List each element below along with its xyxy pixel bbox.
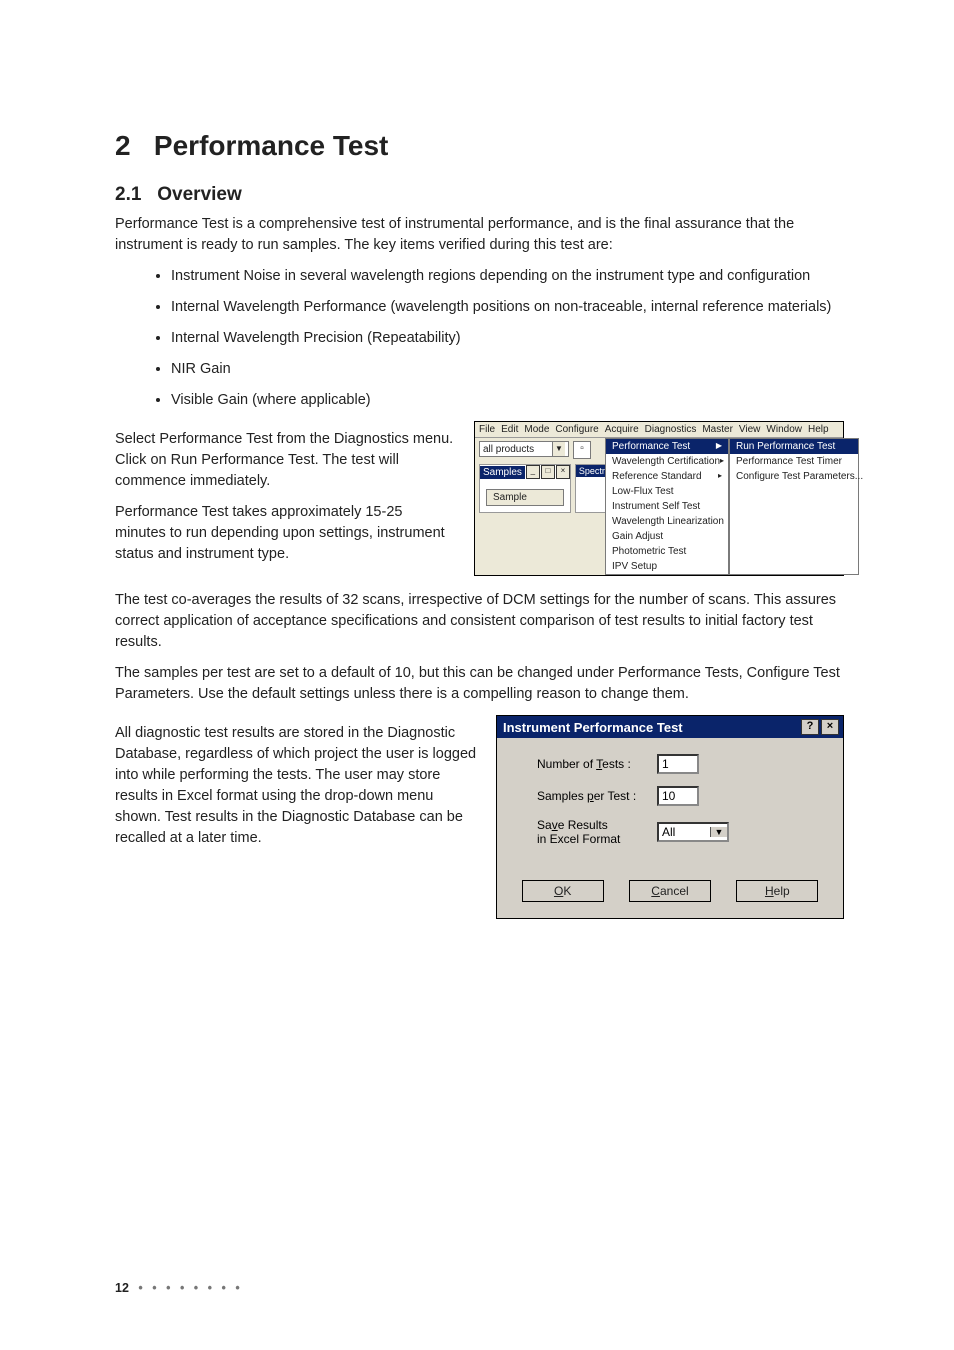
dialog-titlebar: Instrument Performance Test ? × [497,716,843,738]
menu-view[interactable]: View [739,424,761,435]
cancel-button[interactable]: Cancel [629,880,711,902]
subsection-number: 2.1 [115,184,141,205]
save-results-select[interactable]: All ▼ [657,822,729,842]
samples-per-test-input[interactable]: 10 [657,786,699,806]
maximize-icon[interactable]: □ [541,465,555,479]
menu-item-run-perf[interactable]: Run Performance Test [730,439,858,454]
performance-test-submenu: Run Performance Test Performance Test Ti… [729,438,859,575]
bullet-list: Instrument Noise in several wavelength r… [115,266,844,411]
menu-window[interactable]: Window [766,424,802,435]
chevron-right-icon: ▶ [716,441,722,452]
list-item: Visible Gain (where applicable) [171,390,844,411]
close-icon[interactable]: × [556,465,570,479]
menu-diagnostics[interactable]: Diagnostics [645,424,697,435]
list-item: Instrument Noise in several wavelength r… [171,266,844,287]
menu-item-low-flux[interactable]: Low-Flux Test [606,484,728,499]
subsection-title: Overview [157,184,242,205]
ok-button[interactable]: OK [522,880,604,902]
product-combo[interactable]: all products ▼ [479,441,569,457]
menu-mode[interactable]: Mode [524,424,549,435]
list-item: NIR Gain [171,359,844,380]
paragraph: The samples per test are set to a defaul… [115,663,844,705]
paragraph: Performance Test is a comprehensive test… [115,214,844,256]
chevron-right-icon: ▸ [720,456,724,467]
dialog-title: Instrument Performance Test [503,720,683,735]
section-heading: 2 Performance Test [115,130,844,162]
page-number: 12 [115,1281,129,1295]
page-footer: 12 • • • • • • • • [115,1281,243,1295]
menu-item-self-test[interactable]: Instrument Self Test [606,499,728,514]
menu-item-perf-timer[interactable]: Performance Test Timer [730,454,858,469]
combo-value: all products [483,444,534,455]
panel-title: Spectra [576,465,608,477]
new-doc-icon[interactable]: ▫ [573,441,591,459]
menu-acquire[interactable]: Acquire [605,424,639,435]
menubar: File Edit Mode Configure Acquire Diagnos… [475,422,843,438]
menu-item-wavelength-cert[interactable]: Wavelength Certification ▸ [606,454,728,469]
menu-help[interactable]: Help [808,424,829,435]
subsection-heading: 2.1 Overview [115,184,844,206]
menu-file[interactable]: File [479,424,495,435]
paragraph: Performance Test takes approximately 15-… [115,502,456,565]
close-icon[interactable]: × [821,719,839,735]
menu-master[interactable]: Master [702,424,733,435]
footer-dots: • • • • • • • • [138,1281,242,1295]
figure-dialog-screenshot: Instrument Performance Test ? × Number o… [496,715,844,919]
samples-panel: Samples _ □ × Sample [479,464,571,513]
menu-item-ipv-setup[interactable]: IPV Setup [606,559,728,574]
num-tests-input[interactable]: 1 [657,754,699,774]
section-number: 2 [115,130,131,161]
chevron-down-icon: ▼ [710,827,727,837]
list-item: Internal Wavelength Performance (wavelen… [171,297,844,318]
num-tests-label: Number of Tests : [537,757,657,771]
save-results-label: Save Resultsin Excel Format [537,818,657,846]
document-page: 2 Performance Test 2.1 Overview Performa… [0,0,954,1350]
paragraph: All diagnostic test results are stored i… [115,723,478,849]
list-item: Internal Wavelength Precision (Repeatabi… [171,328,844,349]
figure-menu-screenshot: File Edit Mode Configure Acquire Diagnos… [474,421,844,576]
menu-item-config-test-params[interactable]: Configure Test Parameters... [730,469,858,484]
chevron-right-icon: ▸ [718,471,722,482]
help-button[interactable]: Help [736,880,818,902]
menu-item-reference-standard[interactable]: Reference Standard ▸ [606,469,728,484]
minimize-icon[interactable]: _ [526,465,540,479]
paragraph: The test co-averages the results of 32 s… [115,590,844,653]
sample-button[interactable]: Sample [486,489,564,506]
menu-item-performance-test[interactable]: Performance Test ▶ [606,439,728,454]
menu-item-photometric[interactable]: Photometric Test [606,544,728,559]
menu-item-gain-adjust[interactable]: Gain Adjust [606,529,728,544]
section-title: Performance Test [154,130,388,161]
help-icon[interactable]: ? [801,719,819,735]
menu-edit[interactable]: Edit [501,424,518,435]
menu-item-wavelength-lin[interactable]: Wavelength Linearization [606,514,728,529]
chevron-down-icon: ▼ [552,442,565,456]
diagnostics-dropdown: Performance Test ▶ Wavelength Certificat… [605,438,729,575]
paragraph: Select Performance Test from the Diagnos… [115,429,456,492]
menu-configure[interactable]: Configure [555,424,598,435]
panel-title: Samples [480,466,525,479]
select-value: All [659,824,710,840]
spectra-panel: Spectra [575,464,609,513]
samples-per-test-label: Samples per Test : [537,789,657,803]
